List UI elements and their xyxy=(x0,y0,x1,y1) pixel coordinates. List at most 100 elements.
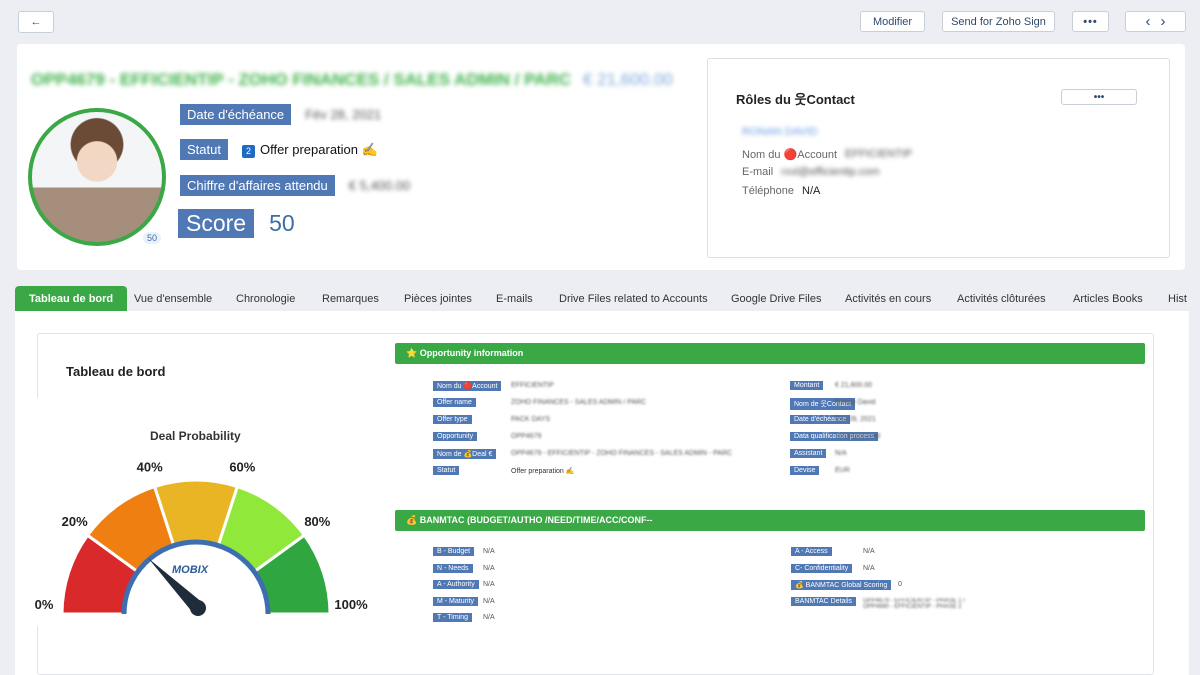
banmtac-right-field-value: N/A xyxy=(863,564,875,572)
opportunity-left-field-label: Opportunity xyxy=(433,432,478,441)
opportunity-right-field-value: Fév 28, 2021 xyxy=(835,416,876,423)
banmtac-right-field-value: 0 xyxy=(898,581,902,588)
dashboard-title: Tableau de bord xyxy=(66,364,166,379)
tab-overview[interactable]: Vue d'ensemble xyxy=(134,286,212,311)
status-number-badge: 2 xyxy=(241,144,255,158)
banmtac-right-field-value: OPP4679 - EFFICIENTIP - PHASE 1 / OPP468… xyxy=(863,597,965,610)
banmtac-section-header: 💰 BANMTAC (BUDGET/AUTHO /NEED/TIME/ACC/C… xyxy=(395,510,1145,531)
contact-account-label: Nom du 🔴Account xyxy=(742,149,838,161)
back-button[interactable]: ← xyxy=(18,11,54,33)
score-field: Score 50 xyxy=(178,209,295,238)
contact-name[interactable]: RONAN DAVID xyxy=(742,126,818,138)
status-field: Statut 2 Offer preparation ✍ xyxy=(180,139,378,160)
gauge-label-20: 20% xyxy=(62,514,88,529)
opportunity-left-field-label: Nom du 🔴Account xyxy=(433,381,502,391)
record-title: OPP4679 - EFFICIENTIP - ZOHO FINANCES / … xyxy=(31,70,571,89)
banmtac-left-field-value: N/A xyxy=(483,548,495,555)
tab-attachments[interactable]: Pièces jointes xyxy=(404,286,472,311)
opportunity-right-field-value: Not processed xyxy=(835,433,881,440)
score-label: Score xyxy=(178,209,255,238)
opportunity-left-field-label: Statut xyxy=(433,466,460,475)
tab-notes[interactable]: Remarques xyxy=(322,286,379,311)
status-value-wrap: 2 Offer preparation ✍ xyxy=(241,141,378,158)
opportunity-section-header: ⭐ Opportunity information xyxy=(395,343,1145,364)
contact-roles-more-button[interactable]: ••• xyxy=(1061,89,1137,105)
banmtac-left-field-label: N - Needs xyxy=(433,563,473,573)
banmtac-right-field-label: BANMTAC Details xyxy=(791,596,857,606)
top-toolbar: ← Modifier Send for Zoho Sign ••• ‹ › xyxy=(0,0,1200,42)
banmtac-left-field-label: B - Budget xyxy=(433,547,475,556)
contact-phone-label: Téléphone xyxy=(742,185,794,197)
opportunity-right-field-label: Devise xyxy=(790,466,820,475)
due-date-label: Date d'échéance xyxy=(180,104,292,125)
status-value: Offer preparation ✍ xyxy=(259,141,378,157)
opportunity-right-field-value: Ronan David xyxy=(835,399,876,406)
tab-open-activities[interactable]: Activités en cours xyxy=(845,286,931,311)
tab-history[interactable]: Hist xyxy=(1168,286,1187,311)
banmtac-left-field-label: M - Maturity xyxy=(433,596,478,606)
contact-phone-line: Téléphone N/A xyxy=(742,185,820,197)
banmtac-right-field-label: A - Access xyxy=(791,547,832,556)
opportunity-left-field-value: OPP4679 xyxy=(511,433,542,440)
contact-account-line: Nom du 🔴Account EFFICIENTIP xyxy=(742,148,912,161)
opportunity-right-field-value: € 21,600.00 xyxy=(835,382,872,389)
banmtac-left-field-value: N/A xyxy=(483,564,495,572)
opportunity-right-field-value: EUR xyxy=(835,467,850,474)
chevron-right-icon[interactable]: › xyxy=(1161,13,1166,30)
tab-google-drive-files[interactable]: Google Drive Files xyxy=(731,286,821,311)
gauge-label-80: 80% xyxy=(304,514,330,529)
opportunity-section-title: ⭐ Opportunity information xyxy=(406,348,524,358)
gauge-label-0: 0% xyxy=(35,597,54,612)
banmtac-left-field-label: A - Authority xyxy=(433,580,479,589)
deal-probability-gauge: MOBIX 0% 20% 40% 60% 80% 100% xyxy=(35,459,368,616)
more-actions-button[interactable]: ••• xyxy=(1072,11,1109,32)
tab-closed-activities[interactable]: Activités clôturées xyxy=(957,286,1046,311)
banmtac-section-title: 💰 BANMTAC (BUDGET/AUTHO /NEED/TIME/ACC/C… xyxy=(406,515,653,525)
status-label: Statut xyxy=(180,139,228,160)
contact-roles-card: Rôles du 웃Contact ••• RONAN DAVID Nom du… xyxy=(707,58,1170,258)
opportunity-left-field-label: Offer name xyxy=(433,398,476,407)
revenue-label: Chiffre d'affaires attendu xyxy=(180,175,335,196)
banmtac-left-field-value: N/A xyxy=(483,581,495,588)
opportunity-right-field-label: Montant xyxy=(790,381,824,390)
opportunity-right-field-label: Assistant xyxy=(790,449,827,458)
banmtac-right-field-value: N/A xyxy=(863,548,875,555)
score-value: 50 xyxy=(269,210,295,236)
banmtac-right-field-label: 💰 BANMTAC Global Scoring xyxy=(791,580,892,590)
banmtac-left-field-value: N/A xyxy=(483,597,495,605)
revenue-value: € 5,400.00 xyxy=(348,178,411,193)
tab-emails[interactable]: E-mails xyxy=(496,286,533,311)
contact-name-line: RONAN DAVID xyxy=(742,126,818,138)
gauge-label-40: 40% xyxy=(137,459,163,474)
due-date-field: Date d'échéance Fév 28, 2021 xyxy=(180,104,381,125)
banmtac-left-field-value: N/A xyxy=(483,614,495,621)
banmtac-left-field-label: T - Timing xyxy=(433,613,472,622)
opportunity-left-field-label: Nom de 💰Deal € xyxy=(433,449,497,459)
revenue-field: Chiffre d'affaires attendu € 5,400.00 xyxy=(180,175,410,196)
send-zoho-sign-button[interactable]: Send for Zoho Sign xyxy=(942,11,1055,32)
contact-account-value[interactable]: EFFICIENTIP xyxy=(845,148,912,161)
record-nav: ‹ › xyxy=(1125,11,1186,32)
contact-roles-title: Rôles du 웃Contact xyxy=(736,92,855,107)
arrow-left-icon: ← xyxy=(30,16,42,28)
tab-timeline[interactable]: Chronologie xyxy=(236,286,295,311)
opportunity-left-field-label: Offer type xyxy=(433,415,472,424)
gauge-label-100: 100% xyxy=(334,597,368,612)
contact-email-line: E-mail rxxl@efficientip.com xyxy=(742,166,880,178)
avatar-badge: 50 xyxy=(143,232,162,244)
contact-phone-value: N/A xyxy=(802,185,821,197)
tab-articles-books[interactable]: Articles Books xyxy=(1073,286,1143,311)
tab-dashboard[interactable]: Tableau de bord xyxy=(15,286,128,311)
avatar xyxy=(28,108,166,246)
opportunity-left-field-value: OPP4679 - EFFICIENTIP - ZOHO FINANCES - … xyxy=(511,450,733,457)
due-date-value: Fév 28, 2021 xyxy=(305,107,382,122)
chevron-left-icon[interactable]: ‹ xyxy=(1146,13,1151,30)
modify-button[interactable]: Modifier xyxy=(860,11,925,32)
gauge-label-60: 60% xyxy=(229,459,255,474)
opportunity-left-field-value: ZOHO FINANCES - SALES ADMIN / PARC xyxy=(511,399,647,406)
tab-drive-files-accounts[interactable]: Drive Files related to Accounts xyxy=(559,286,708,311)
contact-email-value[interactable]: rxxl@efficientip.com xyxy=(781,166,879,178)
opportunity-left-field-value: PACK DAYS xyxy=(511,416,551,423)
record-tabs: Tableau de bord Vue d'ensemble Chronolog… xyxy=(0,286,1200,311)
opportunity-right-field-value: N/A xyxy=(835,450,847,457)
